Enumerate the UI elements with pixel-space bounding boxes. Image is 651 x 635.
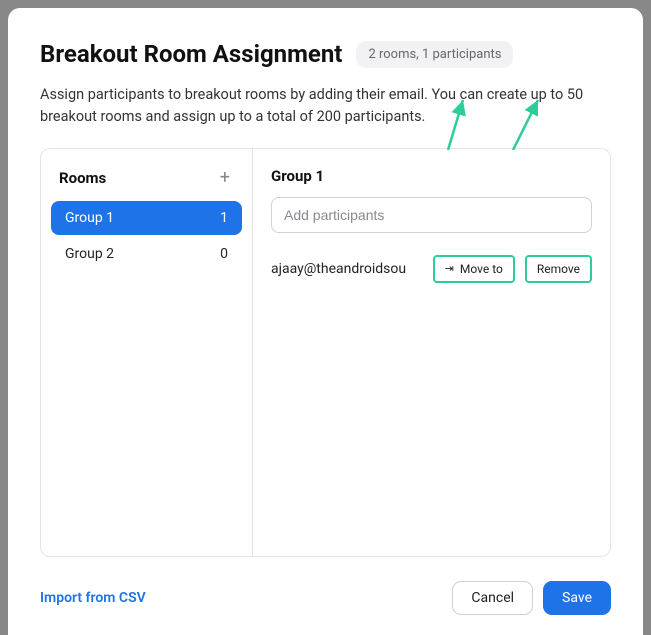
room-count-badge: 2 rooms, 1 participants: [356, 41, 513, 68]
arrow-to-remove: [513, 148, 538, 151]
participant-actions: ⇥ Move to Remove: [433, 255, 592, 283]
room-name: Group 2: [65, 246, 114, 262]
modal-description: Assign participants to breakout rooms by…: [40, 84, 611, 128]
detail-title: Group 1: [271, 167, 592, 185]
import-csv-link[interactable]: Import from CSV: [40, 590, 146, 606]
room-item-group-1[interactable]: Group 1 1: [51, 201, 242, 235]
arrow-to-move-to: [448, 148, 463, 151]
modal-footer: Import from CSV Cancel Save: [40, 557, 611, 615]
move-to-button[interactable]: ⇥ Move to: [433, 255, 515, 283]
remove-label: Remove: [537, 262, 580, 276]
footer-buttons: Cancel Save: [452, 581, 611, 615]
move-to-label: Move to: [460, 262, 503, 276]
rooms-heading: Rooms: [59, 169, 106, 187]
modal-header: Breakout Room Assignment 2 rooms, 1 part…: [40, 40, 611, 68]
cancel-button[interactable]: Cancel: [452, 581, 533, 615]
rooms-panel-header: Rooms +: [51, 163, 242, 201]
remove-button[interactable]: Remove: [525, 255, 592, 283]
page-title: Breakout Room Assignment: [40, 40, 342, 68]
room-item-group-2[interactable]: Group 2 0: [51, 237, 242, 271]
participant-row: ajaay@theandroidsou ⇥ Move to Remove: [271, 255, 592, 283]
room-detail-panel: Group 1 ajaay@theandroidsou ⇥ Move to Re…: [253, 149, 610, 557]
room-count: 1: [220, 210, 228, 226]
move-to-icon: ⇥: [445, 262, 454, 275]
room-count: 0: [220, 246, 228, 262]
save-button[interactable]: Save: [543, 581, 611, 615]
panels-container: Rooms + Group 1 1 Group 2 0 Group 1 ajaa…: [40, 148, 611, 558]
annotation-arrows: [398, 148, 598, 151]
add-room-icon[interactable]: +: [216, 169, 234, 187]
room-name: Group 1: [65, 210, 114, 226]
add-participants-input[interactable]: [271, 197, 592, 233]
breakout-assignment-modal: Breakout Room Assignment 2 rooms, 1 part…: [8, 8, 643, 635]
participant-email: ajaay@theandroidsou: [271, 261, 425, 277]
rooms-panel: Rooms + Group 1 1 Group 2 0: [41, 149, 253, 557]
